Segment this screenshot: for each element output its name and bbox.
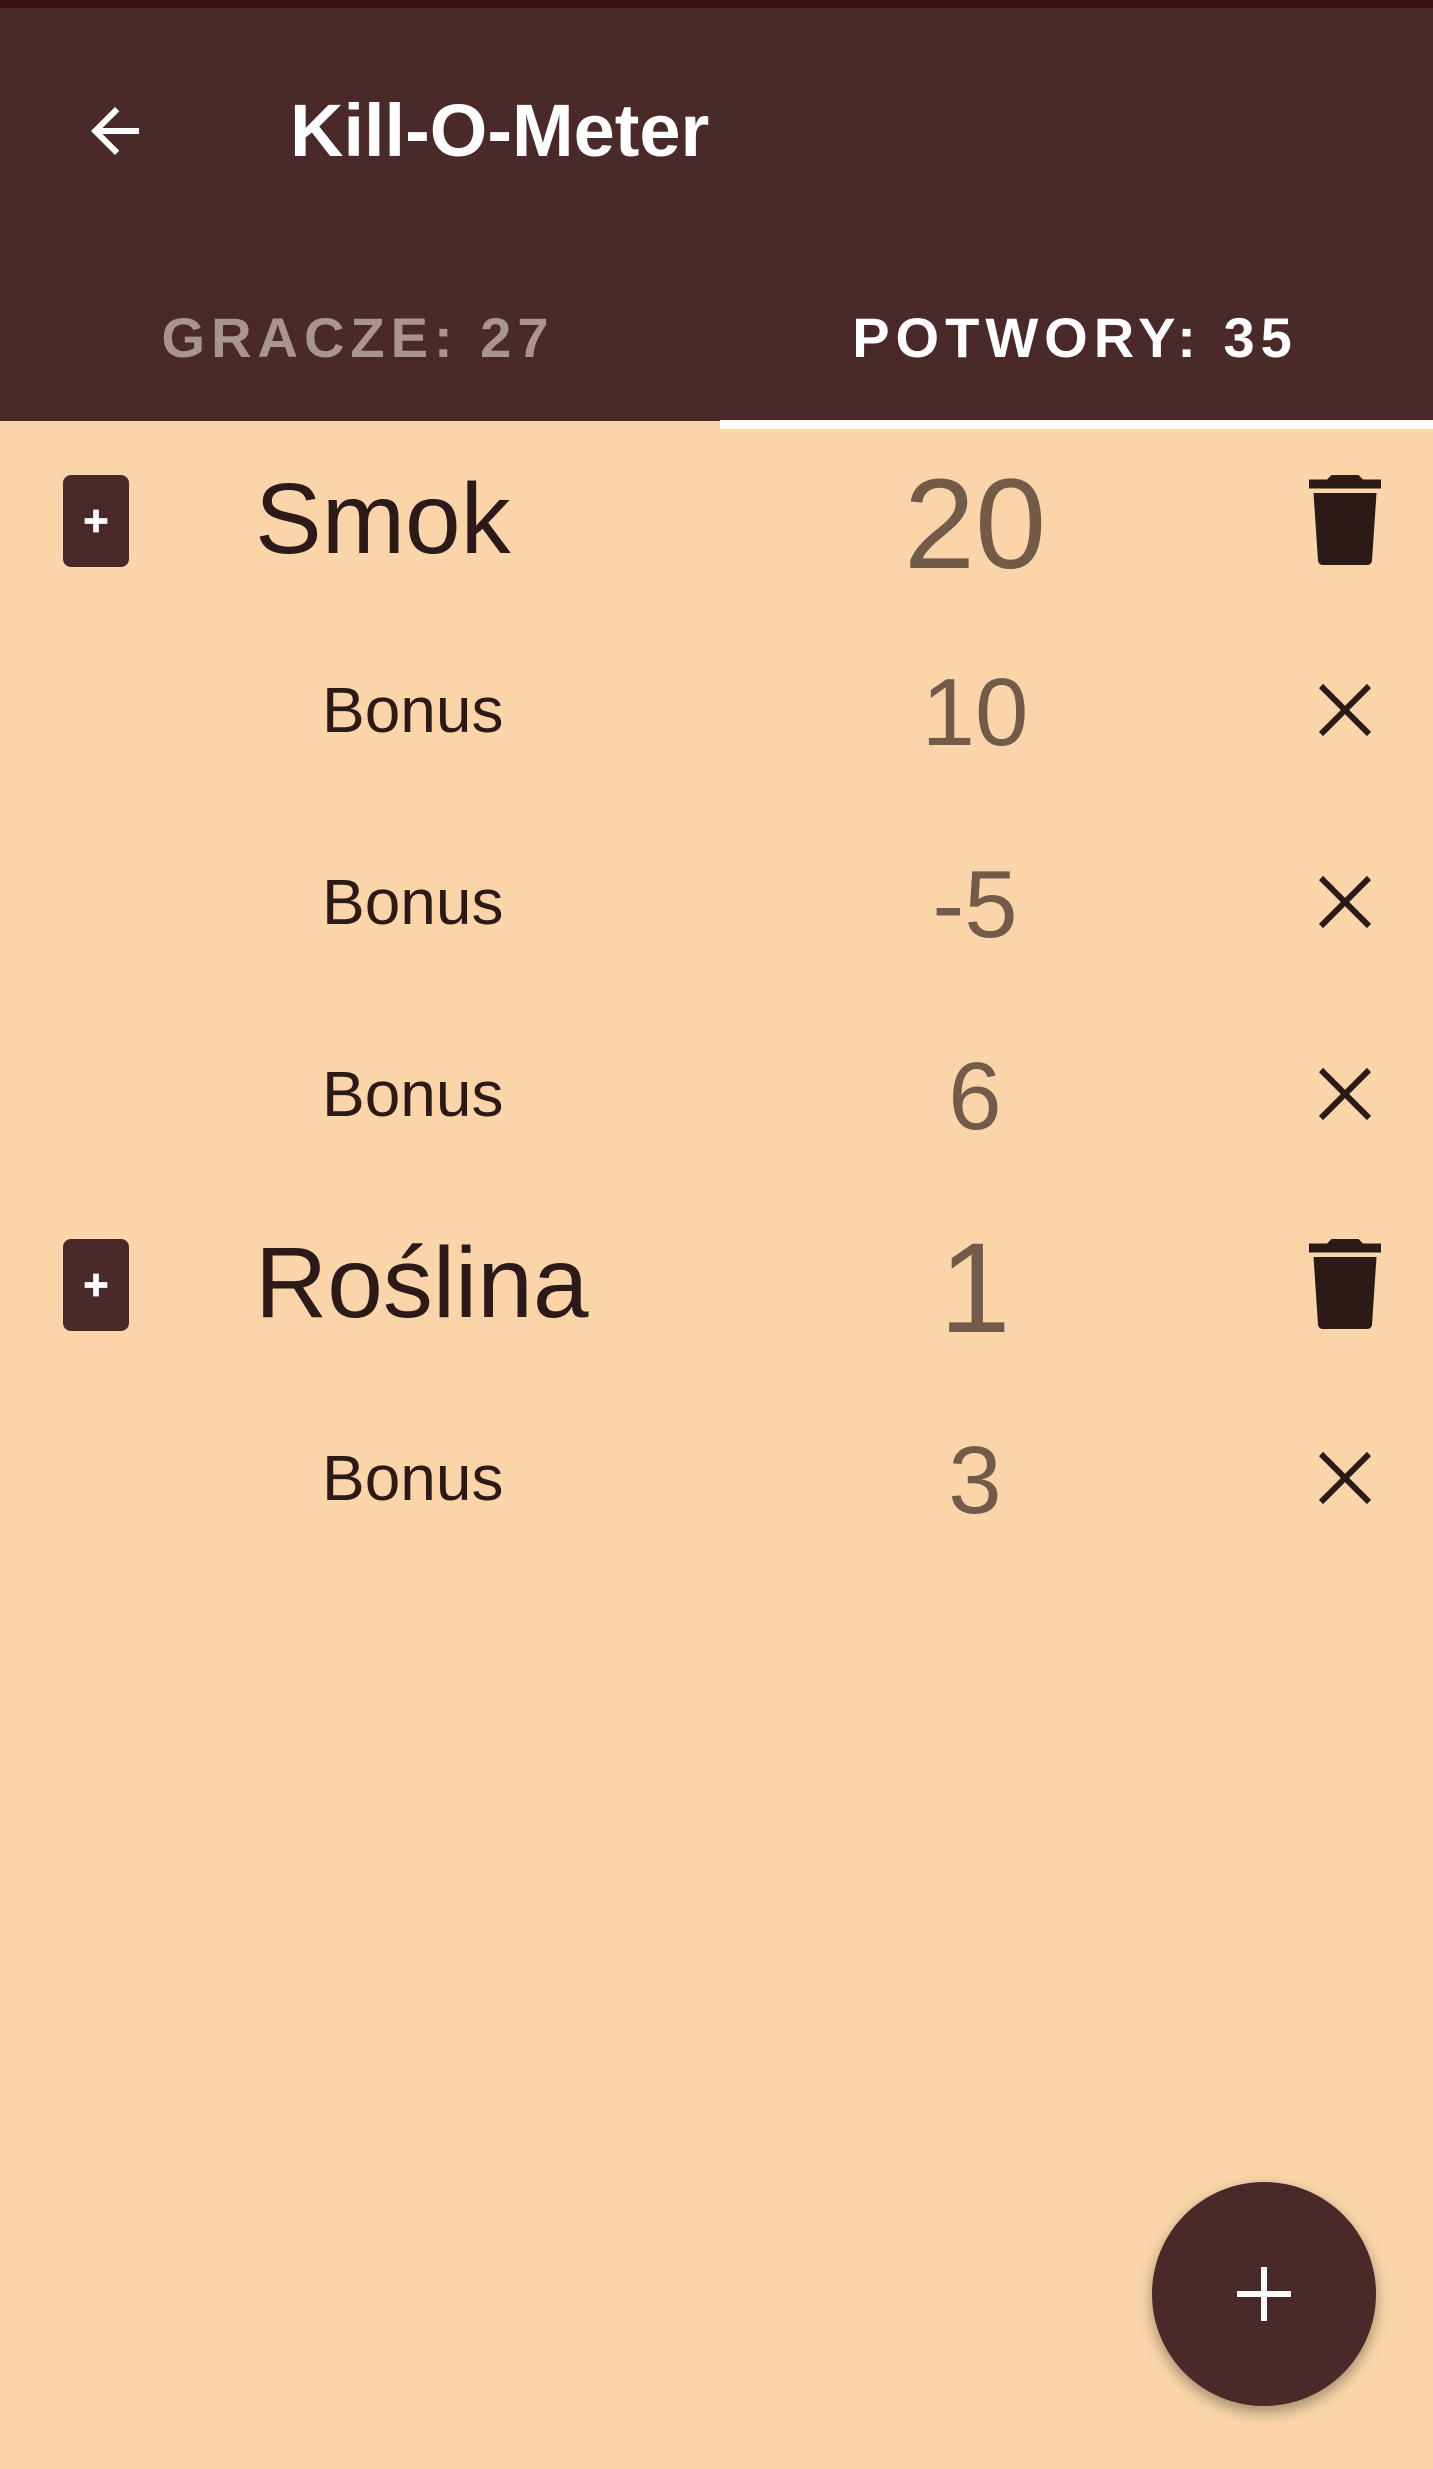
bonus-row: Bonus 3 <box>0 1383 1433 1573</box>
close-icon <box>1318 683 1372 737</box>
bonus-label: Bonus <box>322 1442 504 1514</box>
card-plus-icon <box>84 1273 108 1297</box>
bonus-value[interactable]: 3 <box>820 1433 1130 1529</box>
bonus-label: Bonus <box>322 674 504 746</box>
bonus-row: Bonus 10 <box>0 615 1433 805</box>
remove-bonus-button[interactable] <box>1300 665 1390 755</box>
card-plus-icon <box>84 509 108 533</box>
bonus-label: Bonus <box>322 866 504 938</box>
remove-bonus-button[interactable] <box>1300 1433 1390 1523</box>
delete-monster-button[interactable] <box>1305 470 1385 570</box>
remove-bonus-button[interactable] <box>1300 857 1390 947</box>
bonus-row: Bonus 6 <box>0 999 1433 1189</box>
app-bar: Kill-O-Meter GRACZE: 27 POTWORY: 35 <box>0 8 1433 429</box>
tab-monsters[interactable]: POTWORY: 35 <box>717 278 1433 398</box>
bonus-value[interactable]: -5 <box>820 857 1130 953</box>
monster-value[interactable]: 20 <box>820 461 1130 589</box>
status-bar <box>0 0 1433 8</box>
bonus-value[interactable]: 10 <box>820 665 1130 761</box>
delete-monster-button[interactable] <box>1305 1234 1385 1334</box>
arrow-left-icon <box>91 107 139 155</box>
bonus-label: Bonus <box>322 1058 504 1130</box>
bonus-row: Bonus -5 <box>0 807 1433 997</box>
trash-icon <box>1309 1239 1381 1329</box>
add-bonus-button[interactable] <box>63 475 129 567</box>
plus-icon <box>1237 2267 1291 2321</box>
page-title: Kill-O-Meter <box>290 89 710 172</box>
monster-name: Roślina <box>255 1227 589 1339</box>
add-monster-fab[interactable] <box>1152 2182 1376 2406</box>
monster-value[interactable]: 1 <box>820 1225 1130 1353</box>
trash-icon <box>1309 475 1381 565</box>
back-button[interactable] <box>60 76 170 186</box>
remove-bonus-button[interactable] <box>1300 1049 1390 1139</box>
close-icon <box>1318 1067 1372 1121</box>
close-icon <box>1318 1451 1372 1505</box>
monster-row: Smok 20 <box>0 425 1433 615</box>
tab-players[interactable]: GRACZE: 27 <box>0 278 716 398</box>
monster-row: Roślina 1 <box>0 1193 1433 1383</box>
add-bonus-button[interactable] <box>63 1239 129 1331</box>
monster-name: Smok <box>255 463 511 575</box>
close-icon <box>1318 875 1372 929</box>
bonus-value[interactable]: 6 <box>820 1049 1130 1145</box>
